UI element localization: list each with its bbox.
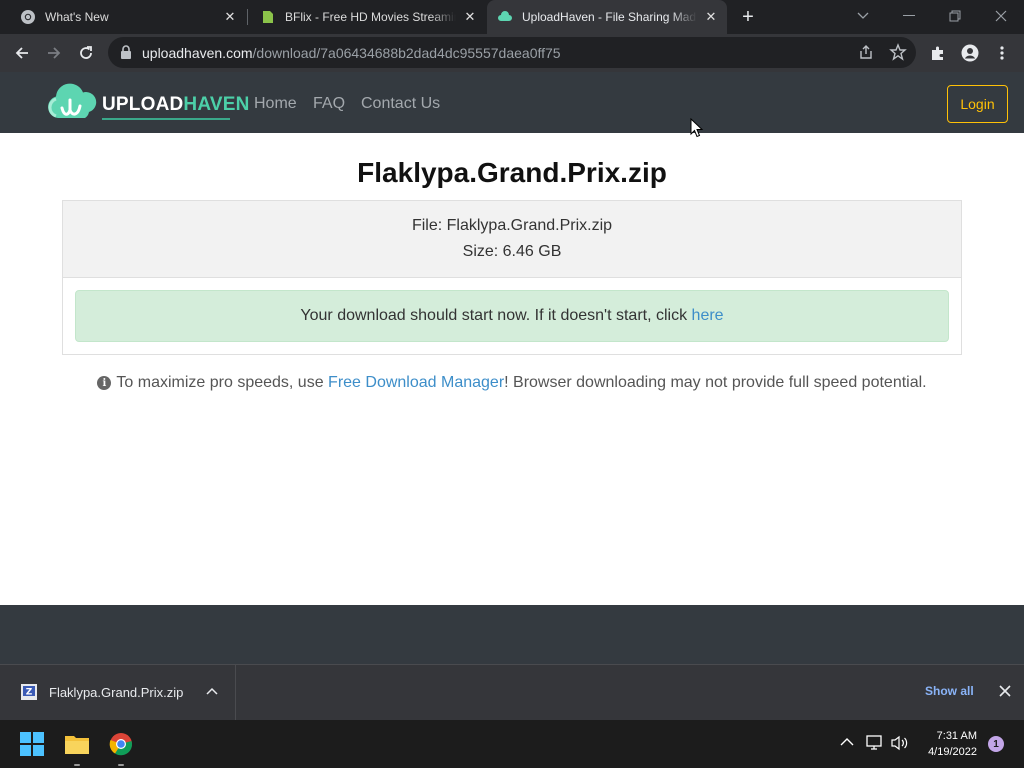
note-suffix: ! Browser downloading may not provide fu…: [504, 374, 927, 391]
download-shelf: Z Flaklypa.Grand.Prix.zip Show all: [0, 664, 1024, 721]
clock-time: 7:31 AM: [936, 730, 977, 742]
main-content: Flaklypa.Grand.Prix.zip File: Flaklypa.G…: [0, 133, 1024, 605]
tab-title: BFlix - Free HD Movies Streaming: [285, 10, 456, 24]
menu-button[interactable]: [988, 39, 1016, 67]
login-button[interactable]: Login: [947, 85, 1008, 123]
close-tab-icon[interactable]: ✕: [222, 9, 238, 25]
new-tab-button[interactable]: +: [737, 6, 759, 28]
reload-icon: [80, 46, 92, 59]
tab-title: UploadHaven - File Sharing Made Simple: [522, 10, 697, 24]
windows-taskbar: 7:31 AM 4/19/2022: [0, 720, 1024, 768]
download-card: File: Flaklypa.Grand.Prix.zip Size: 6.46…: [62, 200, 962, 355]
download-alert: Your download should start now. If it do…: [75, 290, 949, 342]
network-icon[interactable]: [866, 735, 884, 751]
forward-button[interactable]: [40, 39, 68, 67]
nav-faq[interactable]: FAQ: [313, 95, 345, 113]
tab-whats-new[interactable]: What's New ✕: [8, 0, 246, 34]
uploadhaven-logo[interactable]: UPLOADHAVEN: [46, 80, 249, 124]
close-window-button[interactable]: [978, 0, 1024, 32]
back-button[interactable]: [8, 39, 36, 67]
kebab-menu-icon: [1000, 46, 1004, 60]
nav-home[interactable]: Home: [254, 95, 297, 113]
restore-button[interactable]: [932, 0, 978, 32]
volume-icon[interactable]: [891, 735, 909, 751]
nav-contact-us[interactable]: Contact Us: [361, 95, 440, 113]
url-path: /download/7a06434688b2dad4dc95557daea0ff…: [252, 45, 561, 61]
profile-icon: [961, 44, 979, 62]
download-filename: Flaklypa.Grand.Prix.zip: [49, 685, 184, 700]
mouse-cursor-icon: [690, 118, 704, 138]
file-size-line: Size: 6.46 GB: [462, 243, 562, 260]
logo-text-upload: UPLOAD: [102, 94, 184, 115]
bflix-icon: [263, 11, 273, 23]
arrow-right-icon: [48, 47, 61, 59]
note-prefix: To maximize pro speeds, use: [116, 374, 324, 391]
chevron-up-icon[interactable]: [840, 737, 854, 747]
zip-file-icon: Z: [21, 684, 37, 700]
address-bar[interactable]: uploadhaven.com/download/7a06434688b2dad…: [108, 37, 916, 68]
uploadhaven-cloud-icon: [498, 11, 512, 21]
download-here-link[interactable]: here: [692, 307, 724, 325]
puzzle-icon: [932, 46, 943, 60]
taskbar-running-indicator: [118, 764, 124, 766]
browser-tab-strip: What's New ✕ BFlix - Free HD Movies Stre…: [0, 0, 1024, 34]
taskbar-running-indicator: [74, 764, 80, 766]
browser-toolbar: uploadhaven.com/download/7a06434688b2dad…: [0, 34, 1024, 72]
show-all-downloads-link[interactable]: Show all: [925, 684, 974, 698]
extensions-button[interactable]: [924, 39, 952, 67]
minimize-button[interactable]: [886, 0, 932, 32]
logo-text-haven: HAVEN: [183, 94, 250, 115]
windows-start-icon[interactable]: [20, 732, 44, 756]
file-explorer-icon[interactable]: [64, 732, 90, 756]
tab-uploadhaven[interactable]: UploadHaven - File Sharing Made Simple ✕: [487, 0, 727, 34]
free-download-manager-link[interactable]: Free Download Manager: [328, 374, 504, 392]
file-name-line: File: Flaklypa.Grand.Prix.zip: [411, 217, 613, 234]
alert-text: Your download should start now. If it do…: [300, 307, 688, 324]
logo-underline: [102, 118, 230, 120]
system-clock[interactable]: 7:31 AM 4/19/2022: [915, 728, 977, 760]
site-footer: [0, 605, 1024, 664]
arrow-left-icon: [15, 47, 28, 59]
download-item[interactable]: Z Flaklypa.Grand.Prix.zip: [0, 665, 236, 721]
url-host: uploadhaven.com: [142, 45, 253, 61]
profile-button[interactable]: [956, 39, 984, 67]
url-text: uploadhaven.com/download/7a06434688b2dad…: [142, 45, 561, 61]
close-tab-icon[interactable]: ✕: [462, 9, 478, 25]
logo-wordmark: UPLOADHAVEN: [102, 94, 250, 116]
reload-button[interactable]: [72, 39, 100, 67]
close-tab-icon[interactable]: ✕: [703, 9, 719, 25]
tab-title: What's New: [45, 10, 109, 24]
file-info-header: File: Flaklypa.Grand.Prix.zip Size: 6.46…: [63, 201, 961, 278]
tab-search-icon[interactable]: [840, 0, 886, 32]
close-icon[interactable]: [998, 684, 1012, 698]
speed-note: i To maximize pro speeds, use Free Downl…: [0, 374, 1024, 392]
notification-badge[interactable]: 1: [988, 736, 1004, 752]
svg-text:Z: Z: [26, 688, 33, 698]
chevron-up-icon[interactable]: [205, 685, 219, 699]
share-icon[interactable]: [858, 44, 874, 60]
cloud-logo-icon: [48, 83, 97, 118]
info-icon: i: [97, 376, 112, 390]
site-navbar: UPLOADHAVEN Home FAQ Contact Us Login: [0, 72, 1024, 133]
chrome-icon: [21, 10, 35, 24]
lock-icon: [121, 45, 131, 59]
file-title: Flaklypa.Grand.Prix.zip: [357, 157, 667, 188]
tab-bflix[interactable]: BFlix - Free HD Movies Streaming ✕: [248, 0, 486, 34]
chrome-taskbar-icon[interactable]: [109, 732, 133, 756]
clock-date: 4/19/2022: [928, 746, 977, 758]
bookmark-star-icon[interactable]: [889, 43, 907, 61]
